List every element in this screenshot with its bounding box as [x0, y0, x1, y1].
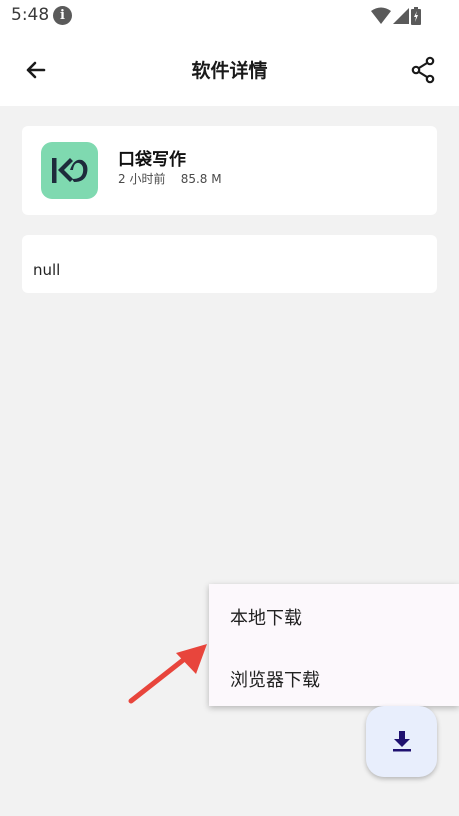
annotation-arrow — [128, 644, 207, 704]
app-name: 口袋写作 — [118, 150, 186, 170]
description-text: null — [33, 261, 61, 279]
app-info-card[interactable]: 口袋写作 2 小时前 85.8 M — [22, 126, 437, 215]
menu-item-browser-download[interactable]: 浏览器下载 — [230, 666, 320, 692]
share-button[interactable] — [407, 54, 439, 86]
share-icon — [411, 56, 435, 84]
status-icons — [371, 6, 421, 26]
wifi-icon — [371, 7, 391, 24]
page-title: 软件详情 — [191, 60, 268, 82]
signal-icon — [393, 8, 409, 24]
battery-icon — [411, 7, 421, 25]
status-bar: 5:48 i — [0, 0, 459, 32]
download-fab[interactable] — [366, 706, 437, 777]
menu-item-local-download[interactable]: 本地下载 — [230, 604, 302, 630]
app-icon — [41, 142, 98, 199]
download-icon — [393, 731, 411, 752]
info-icon: i — [53, 6, 72, 25]
description-card: null — [22, 235, 437, 293]
download-menu: 本地下载 浏览器下载 — [209, 584, 459, 706]
status-time: 5:48 — [11, 5, 50, 25]
app-logo-icon — [52, 158, 88, 183]
app-meta: 2 小时前 85.8 M — [118, 172, 222, 186]
app-bar: 软件详情 — [0, 32, 459, 106]
